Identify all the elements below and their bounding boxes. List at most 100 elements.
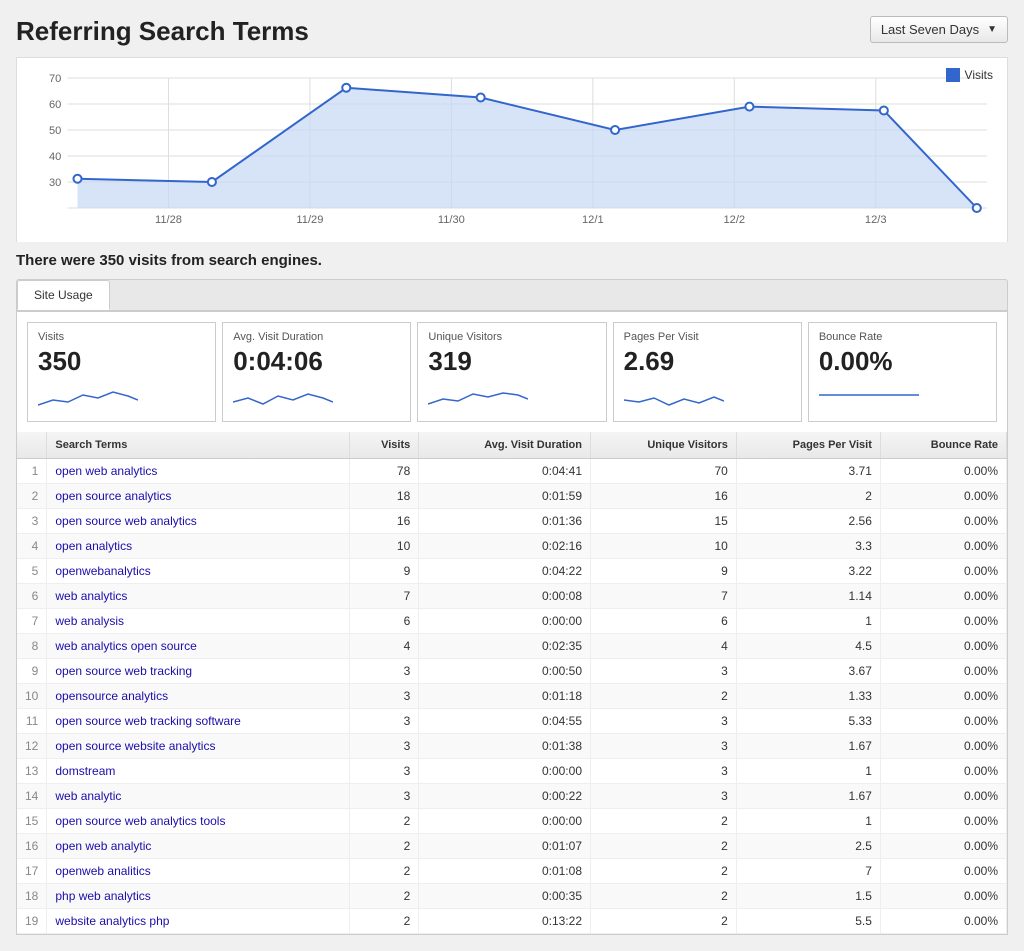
term-link[interactable]: open source web analytics — [55, 514, 196, 528]
term-link[interactable]: openweb analitics — [55, 864, 150, 878]
term-link[interactable]: open web analytic — [55, 839, 151, 853]
cell-num: 8 — [17, 633, 47, 658]
cell-term: open source web tracking software — [47, 708, 350, 733]
cell-ppv: 3.67 — [736, 658, 880, 683]
date-range-label: Last Seven Days — [881, 22, 979, 37]
cell-unique: 7 — [591, 583, 737, 608]
cell-term: domstream — [47, 758, 350, 783]
cell-term: web analytics — [47, 583, 350, 608]
cell-unique: 2 — [591, 883, 737, 908]
term-link[interactable]: web analytic — [55, 789, 121, 803]
metric-unique-visitors: Unique Visitors 319 — [417, 322, 606, 422]
table-row: 6 web analytics 7 0:00:08 7 1.14 0.00% — [17, 583, 1007, 608]
svg-text:60: 60 — [49, 99, 61, 111]
term-link[interactable]: web analysis — [55, 614, 124, 628]
metric-bounce-rate: Bounce Rate 0.00% — [808, 322, 997, 422]
metrics-row: Visits 350 Avg. Visit Duration 0:04:06 U… — [16, 312, 1008, 432]
cell-visits: 2 — [350, 908, 419, 933]
cell-bounce: 0.00% — [880, 758, 1006, 783]
cell-ppv: 1.67 — [736, 733, 880, 758]
cell-unique: 9 — [591, 558, 737, 583]
cell-unique: 4 — [591, 633, 737, 658]
table-row: 9 open source web tracking 3 0:00:50 3 3… — [17, 658, 1007, 683]
term-link[interactable]: openwebanalytics — [55, 564, 150, 578]
date-range-button[interactable]: Last Seven Days ▼ — [870, 16, 1008, 43]
cell-num: 1 — [17, 458, 47, 483]
term-link[interactable]: open analytics — [55, 539, 132, 553]
term-link[interactable]: open source analytics — [55, 489, 171, 503]
cell-ppv: 2 — [736, 483, 880, 508]
cell-term: open web analytics — [47, 458, 350, 483]
term-link[interactable]: open source website analytics — [55, 739, 215, 753]
cell-term: php web analytics — [47, 883, 350, 908]
metric-visits-value: 350 — [38, 347, 205, 376]
cell-avg-duration: 0:01:08 — [419, 858, 591, 883]
cell-ppv: 3.3 — [736, 533, 880, 558]
cell-bounce: 0.00% — [880, 508, 1006, 533]
visits-sparkline — [38, 380, 138, 410]
cell-num: 19 — [17, 908, 47, 933]
term-link[interactable]: open source web tracking — [55, 664, 192, 678]
cell-unique: 10 — [591, 533, 737, 558]
cell-visits: 7 — [350, 583, 419, 608]
tab-bar: Site Usage — [17, 280, 1007, 311]
term-link[interactable]: opensource analytics — [55, 689, 168, 703]
cell-ppv: 2.5 — [736, 833, 880, 858]
table-row: 15 open source web analytics tools 2 0:0… — [17, 808, 1007, 833]
cell-num: 9 — [17, 658, 47, 683]
cell-ppv: 1 — [736, 758, 880, 783]
cell-bounce: 0.00% — [880, 708, 1006, 733]
cell-avg-duration: 0:01:18 — [419, 683, 591, 708]
cell-unique: 3 — [591, 733, 737, 758]
cell-avg-duration: 0:04:41 — [419, 458, 591, 483]
cell-bounce: 0.00% — [880, 783, 1006, 808]
metric-visits: Visits 350 — [27, 322, 216, 422]
metric-pages-per-visit: Pages Per Visit 2.69 — [613, 322, 802, 422]
cell-visits: 2 — [350, 858, 419, 883]
cell-term: opensource analytics — [47, 683, 350, 708]
term-link[interactable]: open source web analytics tools — [55, 814, 225, 828]
term-link[interactable]: php web analytics — [55, 889, 150, 903]
cell-visits: 9 — [350, 558, 419, 583]
cell-bounce: 0.00% — [880, 458, 1006, 483]
cell-bounce: 0.00% — [880, 683, 1006, 708]
term-link[interactable]: open web analytics — [55, 464, 157, 478]
svg-text:50: 50 — [49, 125, 61, 137]
cell-unique: 3 — [591, 708, 737, 733]
col-bounce: Bounce Rate — [880, 432, 1006, 459]
col-num — [17, 432, 47, 459]
cell-bounce: 0.00% — [880, 883, 1006, 908]
term-link[interactable]: open source web tracking software — [55, 714, 240, 728]
cell-term: open source web tracking — [47, 658, 350, 683]
cell-num: 10 — [17, 683, 47, 708]
svg-text:11/29: 11/29 — [296, 214, 323, 226]
tab-site-usage[interactable]: Site Usage — [17, 280, 110, 310]
cell-term: open analytics — [47, 533, 350, 558]
cell-unique: 2 — [591, 808, 737, 833]
term-link[interactable]: domstream — [55, 764, 115, 778]
bounce-sparkline — [819, 380, 919, 410]
cell-unique: 70 — [591, 458, 737, 483]
chart-legend: Visits — [946, 68, 993, 82]
term-link[interactable]: website analytics php — [55, 914, 169, 928]
cell-ppv: 4.5 — [736, 633, 880, 658]
cell-num: 4 — [17, 533, 47, 558]
cell-num: 3 — [17, 508, 47, 533]
cell-unique: 2 — [591, 908, 737, 933]
cell-num: 13 — [17, 758, 47, 783]
cell-avg-duration: 0:00:08 — [419, 583, 591, 608]
cell-term: openwebanalytics — [47, 558, 350, 583]
term-link[interactable]: web analytics open source — [55, 639, 196, 653]
table-row: 14 web analytic 3 0:00:22 3 1.67 0.00% — [17, 783, 1007, 808]
cell-unique: 2 — [591, 833, 737, 858]
cell-term: openweb analitics — [47, 858, 350, 883]
cell-visits: 78 — [350, 458, 419, 483]
cell-avg-duration: 0:02:35 — [419, 633, 591, 658]
main-chart-svg: 70 60 50 40 30 11/28 11/29 11/30 12/1 12… — [27, 68, 997, 228]
cell-visits: 10 — [350, 533, 419, 558]
term-link[interactable]: web analytics — [55, 589, 127, 603]
cell-visits: 2 — [350, 808, 419, 833]
cell-avg-duration: 0:00:00 — [419, 808, 591, 833]
cell-bounce: 0.00% — [880, 583, 1006, 608]
cell-avg-duration: 0:01:07 — [419, 833, 591, 858]
